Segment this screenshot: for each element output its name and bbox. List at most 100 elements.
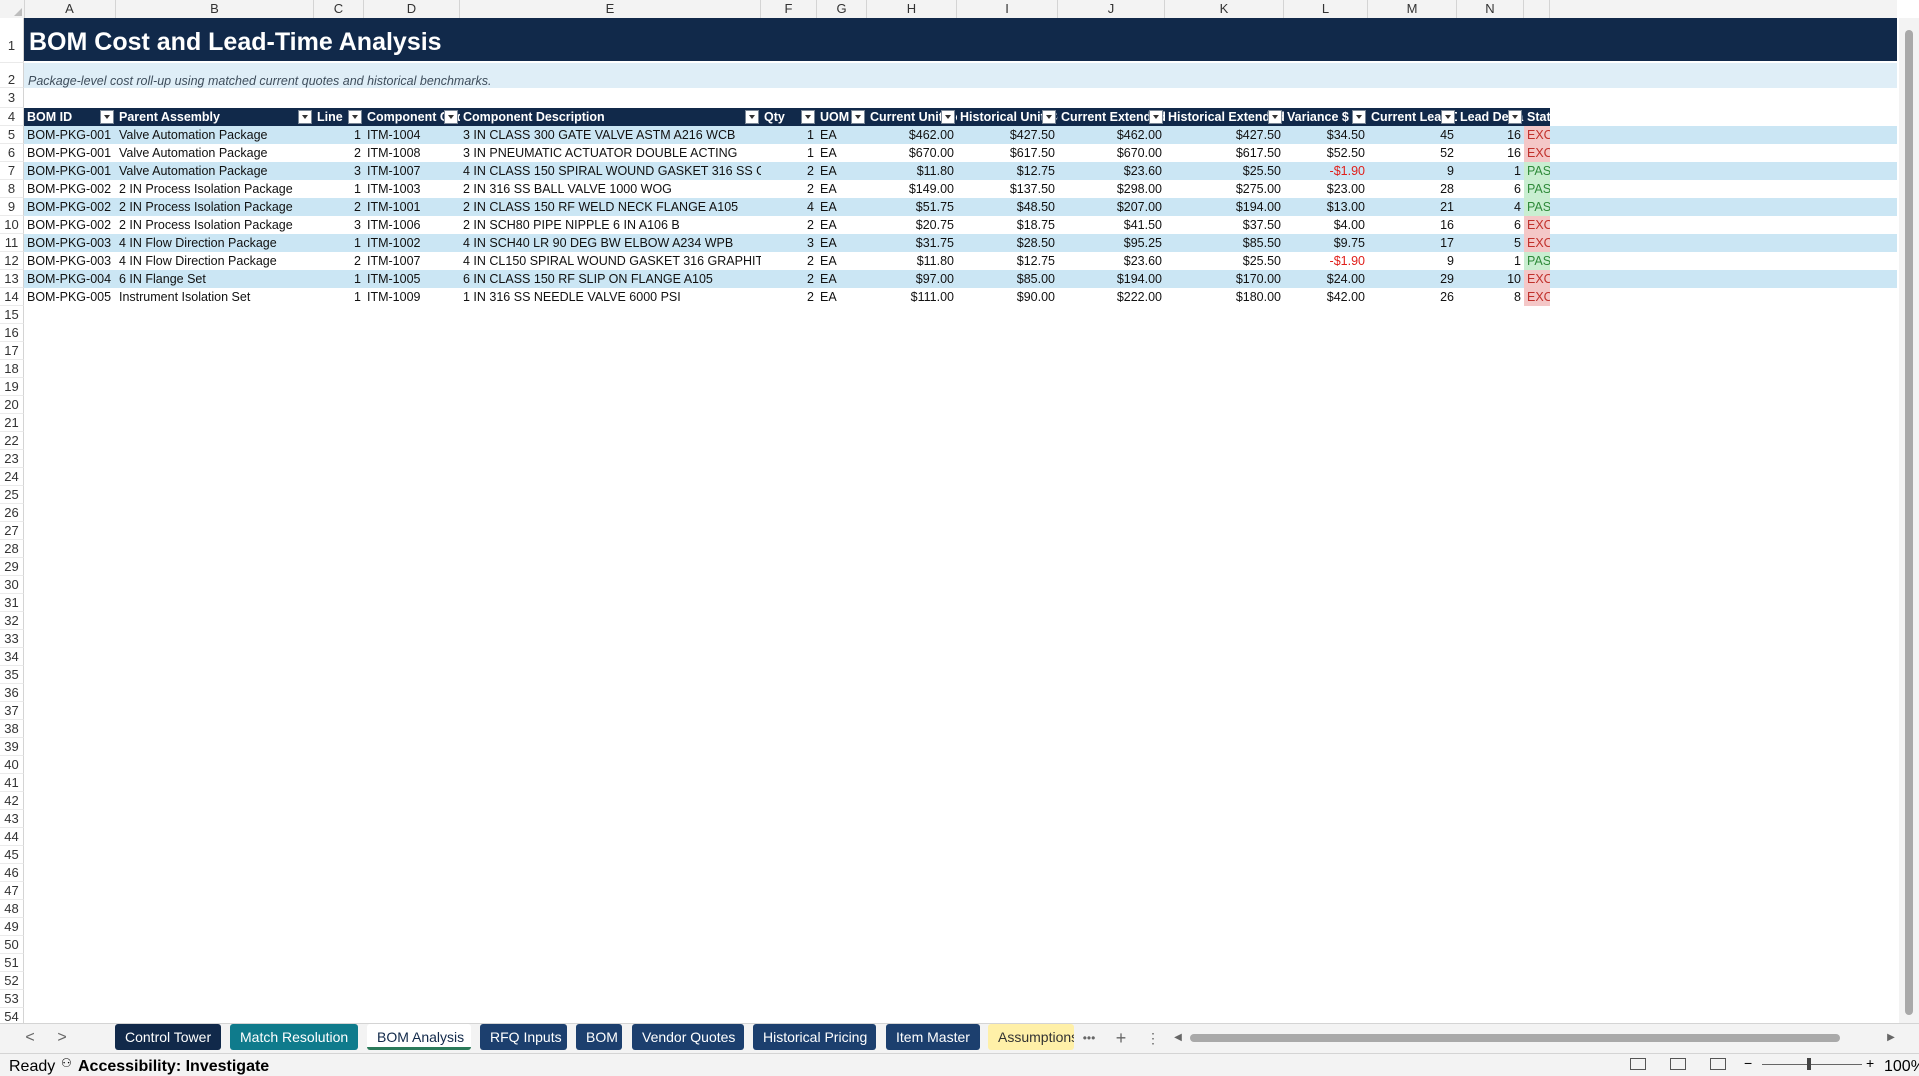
row-header[interactable]: 40 — [0, 756, 24, 774]
current-lead-days-cell[interactable]: 28 — [1368, 180, 1457, 198]
row-header[interactable]: 22 — [0, 432, 24, 450]
column-header-j[interactable]: J — [1058, 0, 1165, 18]
lead-delta-cell[interactable]: 4 — [1457, 198, 1524, 216]
bom-id-cell[interactable]: BOM-PKG-001 — [24, 144, 116, 162]
filter-dropdown-icon[interactable] — [100, 110, 114, 124]
historical-unit-cost-cell[interactable]: $48.50 — [957, 198, 1058, 216]
qty-cell[interactable]: 1 — [761, 126, 817, 144]
status-cell[interactable]: EXCE — [1524, 216, 1550, 234]
current-unit-cost-cell[interactable]: $97.00 — [867, 270, 957, 288]
bom-id-cell[interactable]: BOM-PKG-001 — [24, 126, 116, 144]
row-header[interactable]: 4 — [0, 108, 24, 126]
zoom-level[interactable]: 100% — [1884, 1058, 1919, 1076]
qty-cell[interactable]: 1 — [761, 144, 817, 162]
tab-control-tower[interactable]: Control Tower — [115, 1024, 221, 1050]
bom-id-cell[interactable]: BOM-PKG-001 — [24, 162, 116, 180]
scroll-right-icon[interactable]: ▶ — [1881, 1028, 1901, 1048]
row-header[interactable]: 9 — [0, 198, 24, 216]
row-header[interactable]: 18 — [0, 360, 24, 378]
line-cell[interactable]: 3 — [314, 216, 364, 234]
line-cell[interactable]: 2 — [314, 144, 364, 162]
historical-extended-cell[interactable]: $180.00 — [1165, 288, 1284, 306]
row-header[interactable]: 11 — [0, 234, 24, 252]
column-header-b[interactable]: B — [116, 0, 314, 18]
row-header[interactable]: 36 — [0, 684, 24, 702]
horizontal-scroll-thumb[interactable] — [1190, 1034, 1840, 1042]
row-header[interactable]: 3 — [0, 88, 24, 108]
column-header-l[interactable]: L — [1284, 0, 1368, 18]
component-code-cell[interactable]: ITM-1002 — [364, 234, 460, 252]
column-header-f[interactable]: F — [761, 0, 817, 18]
row-header[interactable]: 37 — [0, 702, 24, 720]
qty-cell[interactable]: 2 — [761, 180, 817, 198]
row-header[interactable]: 28 — [0, 540, 24, 558]
qty-cell[interactable]: 2 — [761, 270, 817, 288]
select-all-corner[interactable] — [0, 0, 25, 18]
uom-cell[interactable]: EA — [817, 198, 867, 216]
current-unit-cost-cell[interactable]: $11.80 — [867, 252, 957, 270]
zoom-in-icon[interactable]: + — [1866, 1055, 1874, 1071]
row-header[interactable]: 21 — [0, 414, 24, 432]
qty-cell[interactable]: 4 — [761, 198, 817, 216]
filter-dropdown-icon[interactable] — [745, 110, 759, 124]
row-header[interactable]: 41 — [0, 774, 24, 792]
lead-delta-cell[interactable]: 6 — [1457, 216, 1524, 234]
variance-cell[interactable]: $42.00 — [1284, 288, 1368, 306]
normal-view-icon[interactable] — [1630, 1058, 1646, 1070]
current-extended-cell[interactable]: $462.00 — [1058, 126, 1165, 144]
historical-unit-cost-cell[interactable]: $427.50 — [957, 126, 1058, 144]
current-extended-cell[interactable]: $207.00 — [1058, 198, 1165, 216]
tab-assumptions[interactable]: Assumptions — [988, 1024, 1074, 1050]
bom-id-cell[interactable]: BOM-PKG-002 — [24, 216, 116, 234]
tab-scroll-next-icon[interactable]: > — [52, 1028, 72, 1048]
variance-cell[interactable]: -$1.90 — [1284, 252, 1368, 270]
accessibility-status[interactable]: Accessibility: Investigate — [78, 1058, 269, 1076]
row-header[interactable]: 51 — [0, 954, 24, 972]
row-header[interactable]: 2 — [0, 63, 24, 88]
line-cell[interactable]: 3 — [314, 162, 364, 180]
current-lead-days-cell[interactable]: 26 — [1368, 288, 1457, 306]
current-lead-days-cell[interactable]: 17 — [1368, 234, 1457, 252]
uom-cell[interactable]: EA — [817, 162, 867, 180]
current-extended-cell[interactable]: $194.00 — [1058, 270, 1165, 288]
lead-delta-cell[interactable]: 6 — [1457, 180, 1524, 198]
row-header[interactable]: 46 — [0, 864, 24, 882]
historical-extended-cell[interactable]: $25.50 — [1165, 162, 1284, 180]
row-header[interactable]: 26 — [0, 504, 24, 522]
row-header[interactable]: 16 — [0, 324, 24, 342]
parent-assembly-cell[interactable]: 2 IN Process Isolation Package — [116, 198, 314, 216]
historical-extended-cell[interactable]: $37.50 — [1165, 216, 1284, 234]
row-header[interactable]: 33 — [0, 630, 24, 648]
historical-unit-cost-cell[interactable]: $18.75 — [957, 216, 1058, 234]
tab-rfq-inputs[interactable]: RFQ Inputs — [480, 1024, 567, 1050]
parent-assembly-cell[interactable]: 2 IN Process Isolation Package — [116, 180, 314, 198]
component-description-cell[interactable]: 4 IN CL150 SPIRAL WOUND GASKET 316 GRAPH… — [460, 252, 761, 270]
row-header[interactable]: 1 — [0, 18, 24, 63]
tab-bom[interactable]: BOM — [576, 1024, 622, 1050]
historical-extended-cell[interactable]: $170.00 — [1165, 270, 1284, 288]
variance-cell[interactable]: $9.75 — [1284, 234, 1368, 252]
current-unit-cost-cell[interactable]: $670.00 — [867, 144, 957, 162]
historical-extended-cell[interactable]: $85.50 — [1165, 234, 1284, 252]
filter-dropdown-icon[interactable] — [1508, 110, 1522, 124]
status-cell[interactable]: EXCE — [1524, 288, 1550, 306]
filter-dropdown-icon[interactable] — [1042, 110, 1056, 124]
row-header[interactable]: 53 — [0, 990, 24, 1008]
parent-assembly-cell[interactable]: 4 IN Flow Direction Package — [116, 234, 314, 252]
row-header[interactable]: 42 — [0, 792, 24, 810]
status-cell[interactable]: EXCE — [1524, 126, 1550, 144]
tab-bom-analysis[interactable]: BOM Analysis — [367, 1024, 471, 1050]
row-header[interactable]: 25 — [0, 486, 24, 504]
component-code-cell[interactable]: ITM-1007 — [364, 252, 460, 270]
row-header[interactable]: 5 — [0, 126, 24, 144]
component-description-cell[interactable]: 6 IN CLASS 150 RF SLIP ON FLANGE A105 — [460, 270, 761, 288]
lead-delta-cell[interactable]: 16 — [1457, 144, 1524, 162]
tab-scroll-prev-icon[interactable]: < — [20, 1028, 40, 1048]
component-description-cell[interactable]: 2 IN 316 SS BALL VALVE 1000 WOG — [460, 180, 761, 198]
historical-unit-cost-cell[interactable]: $90.00 — [957, 288, 1058, 306]
column-header-m[interactable]: M — [1368, 0, 1457, 18]
uom-cell[interactable]: EA — [817, 234, 867, 252]
current-lead-days-cell[interactable]: 21 — [1368, 198, 1457, 216]
add-sheet-icon[interactable]: + — [1111, 1028, 1131, 1048]
filter-dropdown-icon[interactable] — [1149, 110, 1163, 124]
